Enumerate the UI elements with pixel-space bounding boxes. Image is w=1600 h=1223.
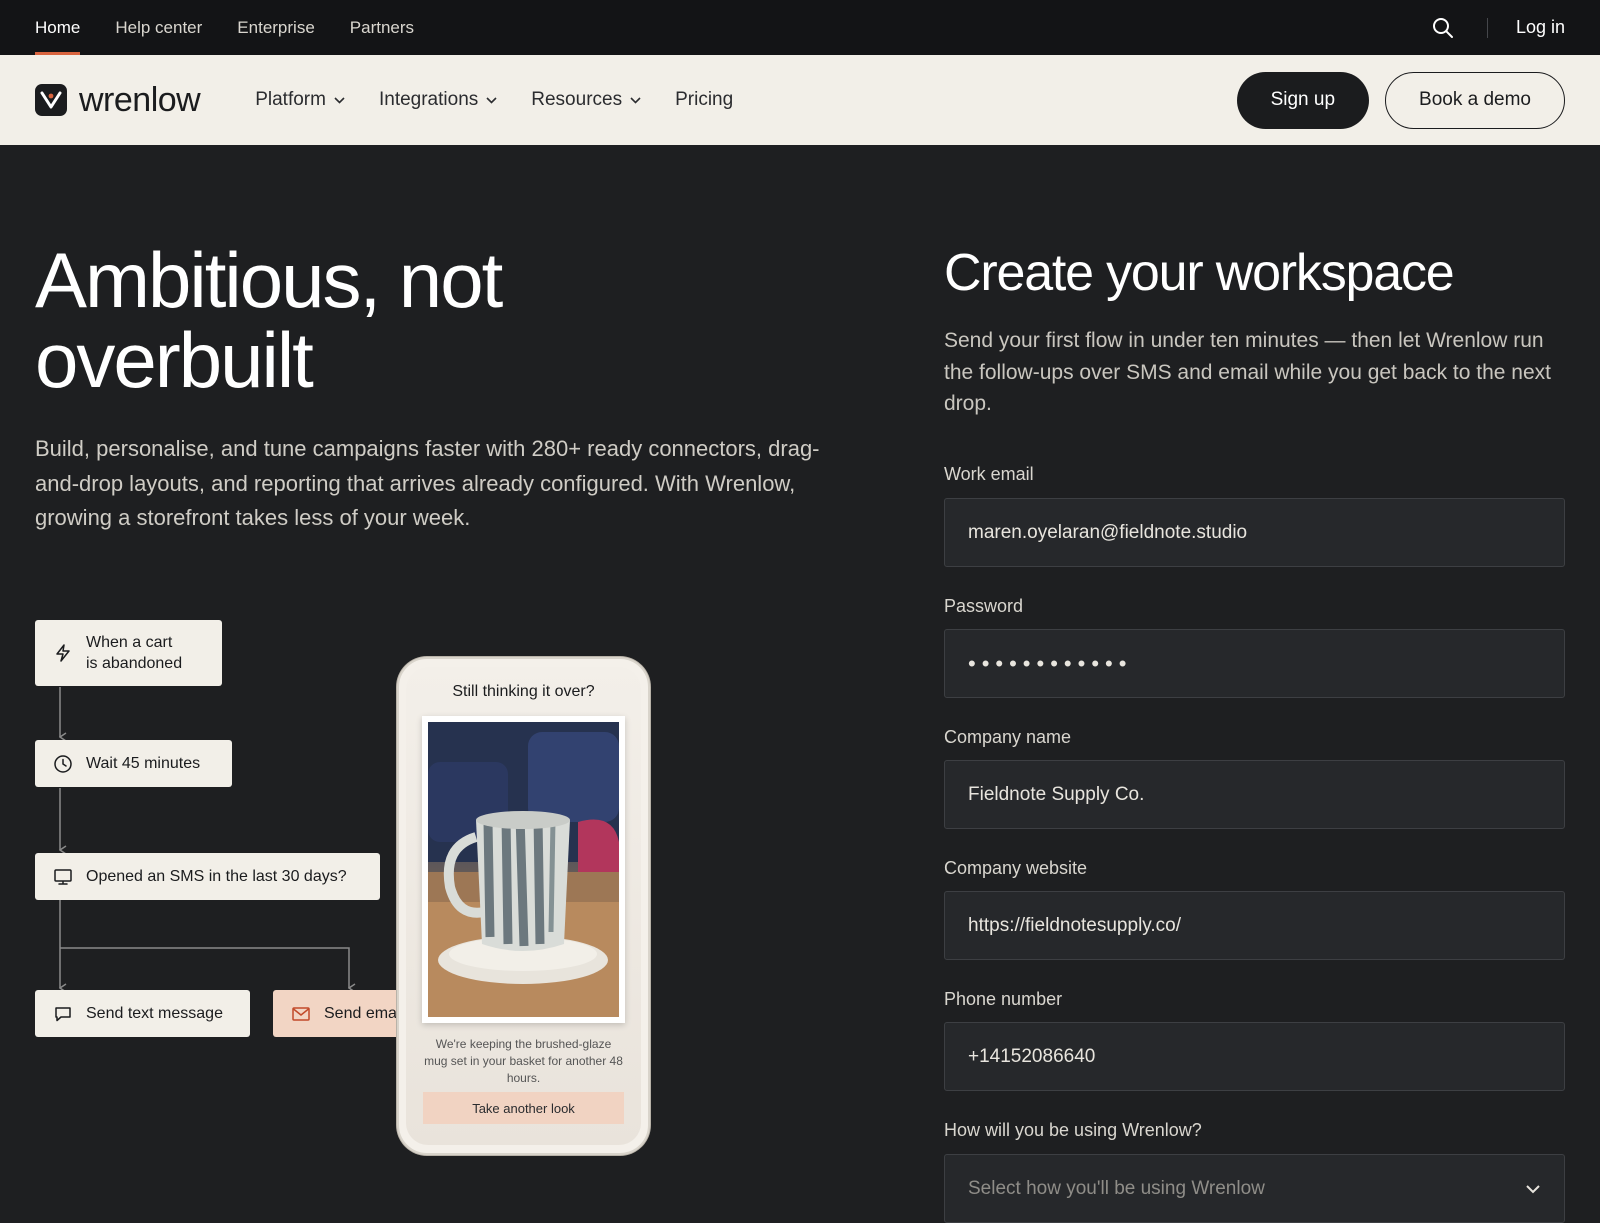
- email-label: Work email: [944, 464, 1034, 484]
- phone-mockup: Still thinking it over? We're keeping th…: [397, 657, 650, 1155]
- flow-trigger-line1: When a cart: [86, 634, 173, 651]
- signup-button[interactable]: Sign up: [1236, 71, 1370, 129]
- flow-node-condition[interactable]: Opened an SMS in the last 30 days?: [35, 853, 380, 900]
- phone-screen: Still thinking it over? We're keeping th…: [406, 667, 641, 1145]
- product-photo: [422, 716, 625, 1023]
- lightning-icon: [56, 644, 70, 662]
- flow-wait-label: Wait 45 minutes: [86, 754, 201, 772]
- flow-node-trigger[interactable]: When a cart is abandoned: [35, 620, 222, 686]
- flow-sms-label: Send text message: [86, 1004, 223, 1022]
- clock-icon: [54, 754, 72, 773]
- form-title: Create your workspace: [944, 244, 1455, 302]
- flow-node-wait[interactable]: Wait 45 minutes: [35, 740, 232, 787]
- book-demo-button[interactable]: Book a demo: [1385, 71, 1565, 129]
- chevron-down-icon: [1526, 1184, 1540, 1193]
- phone-caption: We're keeping the brushed-glaze mug set …: [424, 1037, 623, 1085]
- phone-heading: Still thinking it over?: [452, 683, 595, 700]
- mug-image: [428, 722, 619, 1017]
- flow-condition-label: Opened an SMS in the last 30 days?: [86, 867, 347, 885]
- form-description: Send your first flow in under ten minute…: [944, 329, 1551, 415]
- email-field[interactable]: [944, 498, 1565, 567]
- company-label: Company name: [944, 727, 1072, 747]
- login-link[interactable]: Log in: [1516, 17, 1565, 38]
- flow-node-sms[interactable]: Send text message: [35, 990, 250, 1037]
- search-icon[interactable]: [1431, 16, 1455, 40]
- password-field[interactable]: [944, 629, 1565, 698]
- flow-email-label: Send email: [324, 1004, 405, 1022]
- nav-item-pricing[interactable]: Pricing: [675, 89, 733, 111]
- take-another-look-button[interactable]: Take another look: [423, 1092, 624, 1124]
- envelope-icon: [292, 1006, 310, 1021]
- phone-label: Phone number: [944, 989, 1063, 1009]
- flow-node-trigger-text: When a cart is abandoned: [86, 632, 182, 674]
- nav-item-label: Pricing: [675, 89, 734, 110]
- usage-select-placeholder: Select how you'll be using Wrenlow: [968, 1177, 1265, 1199]
- usage-select[interactable]: Select how you'll be using Wrenlow: [944, 1154, 1565, 1223]
- password-label: Password: [944, 596, 1024, 616]
- company-website-field[interactable]: [944, 891, 1565, 960]
- utility-right: Log in: [1431, 0, 1565, 55]
- usage-label: How will you be using Wrenlow?: [944, 1120, 1202, 1140]
- website-label: Company website: [944, 858, 1088, 878]
- nav-cta: Sign up Book a demo: [1236, 71, 1565, 129]
- utility-divider: [1486, 17, 1488, 38]
- phone-number-field[interactable]: [944, 1022, 1565, 1091]
- monitor-icon: [54, 868, 72, 885]
- flow-trigger-line2: is abandoned: [86, 655, 183, 672]
- company-name-field[interactable]: [944, 760, 1565, 829]
- chat-bubble-icon: [55, 1006, 71, 1021]
